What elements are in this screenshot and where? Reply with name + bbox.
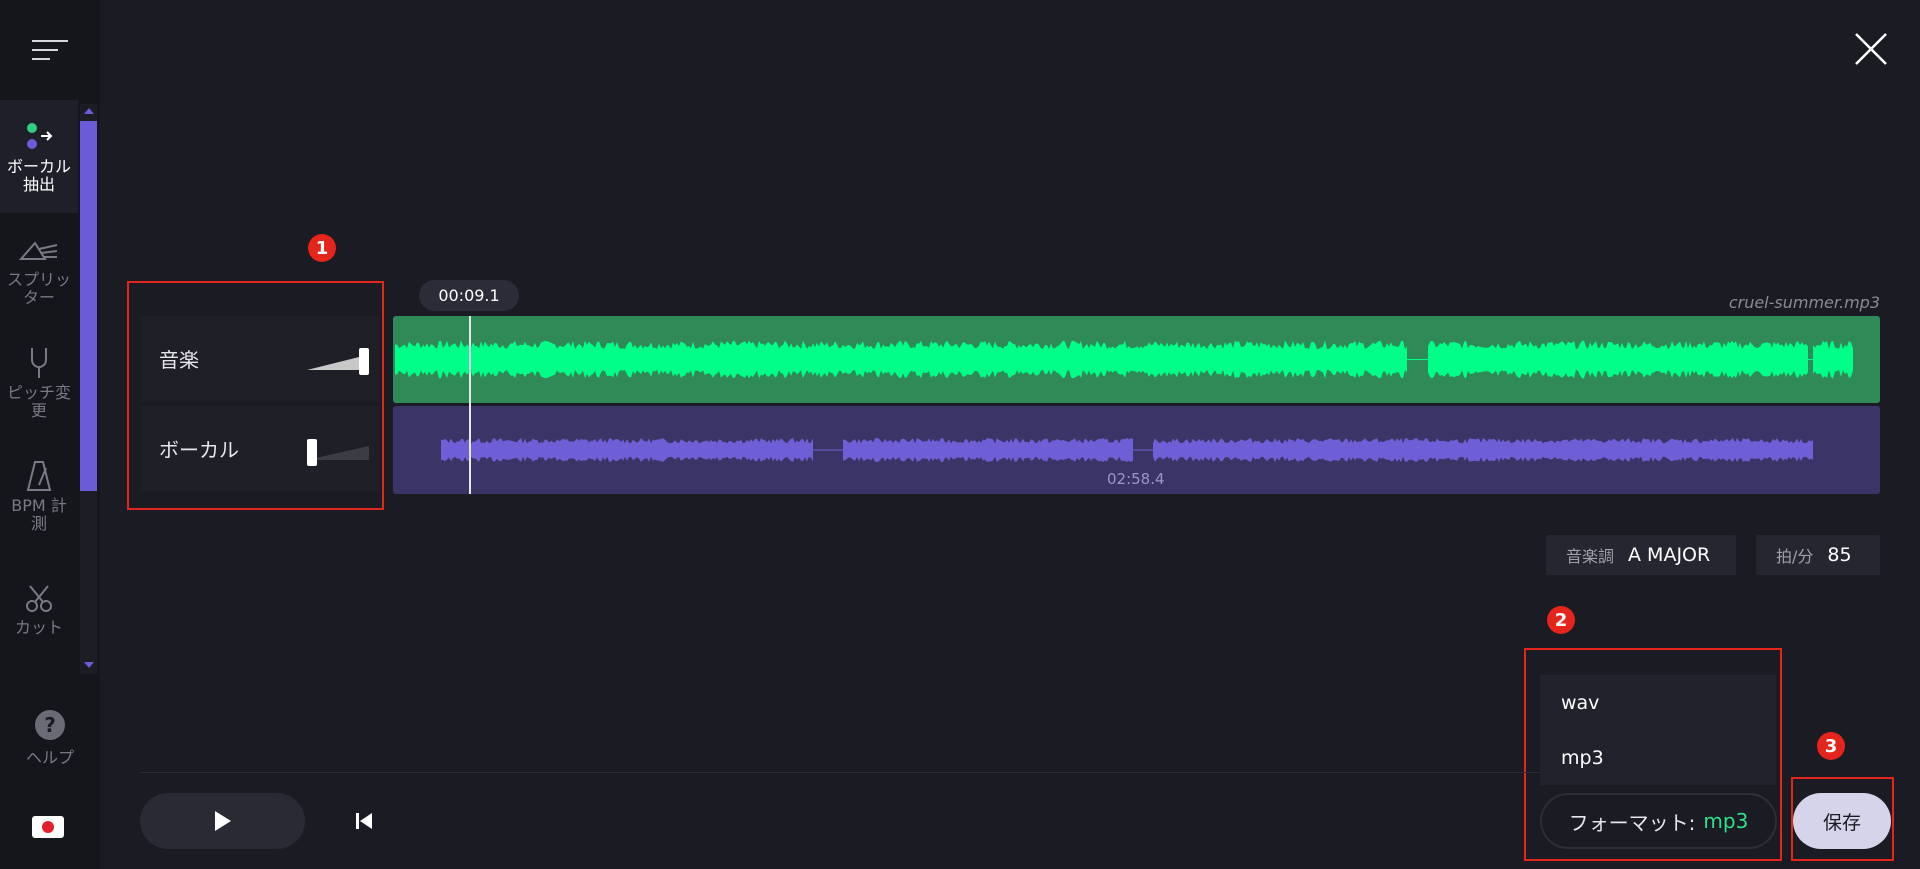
skip-back-icon xyxy=(356,813,372,829)
help-label: ヘルプ xyxy=(25,748,74,767)
format-label: フォーマット: xyxy=(1568,810,1696,835)
sidebar: ボーカル 抽出 スプリッ ター ピッチ変 更 BPM 計 測 カット ? ヘルプ xyxy=(0,0,100,869)
scroll-down-arrow-icon[interactable] xyxy=(84,662,94,668)
nav-item-vocal-extract[interactable]: ボーカル 抽出 xyxy=(0,100,78,213)
rewind-button[interactable] xyxy=(350,806,378,836)
nav-item-pitch[interactable]: ピッチ変 更 xyxy=(0,326,78,439)
track-name-vocal: ボーカル xyxy=(159,438,239,462)
music-waveform-svg xyxy=(395,340,1853,379)
format-option-mp3[interactable]: mp3 xyxy=(1540,730,1776,785)
scissors-icon xyxy=(24,581,54,615)
scroll-thumb[interactable] xyxy=(80,121,97,491)
nav-item-splitter[interactable]: スプリッ ター xyxy=(0,213,78,326)
current-time-badge: 00:09.1 xyxy=(419,280,519,311)
mixer-row-vocal: ボーカル xyxy=(141,406,379,491)
volume-handle[interactable] xyxy=(307,439,317,466)
tool-nav: ボーカル 抽出 スプリッ ター ピッチ変 更 BPM 計 測 カット xyxy=(0,100,78,675)
bpm-label: 拍/分 xyxy=(1776,547,1814,566)
sidebar-scrollbar[interactable] xyxy=(80,104,97,674)
save-button[interactable]: 保存 xyxy=(1793,793,1891,849)
volume-slider-vocal[interactable] xyxy=(307,438,369,466)
close-icon xyxy=(1855,33,1887,65)
help-icon: ? xyxy=(35,710,65,740)
nav-label: ボーカル 抽出 xyxy=(6,156,71,194)
close-button[interactable] xyxy=(1852,30,1890,68)
key-value: A MAJOR xyxy=(1628,544,1711,566)
vocal-extract-icon xyxy=(22,120,56,154)
key-label: 音楽調 xyxy=(1566,547,1615,566)
mixer-row-music: 音楽 xyxy=(141,316,379,401)
nav-label: スプリッ ター xyxy=(6,269,71,307)
key-chip: 音楽調 A MAJOR xyxy=(1546,535,1736,575)
nav-item-partial[interactable] xyxy=(0,665,78,675)
divider xyxy=(141,772,1541,773)
play-icon xyxy=(214,811,231,831)
nav-label: ピッチ変 更 xyxy=(6,382,71,420)
bpm-chip: 拍/分 85 xyxy=(1756,535,1880,575)
help-button[interactable]: ? ヘルプ xyxy=(0,710,100,780)
nav-label: カット xyxy=(14,617,63,637)
scroll-up-arrow-icon[interactable] xyxy=(84,108,94,114)
nav-item-cut[interactable]: カット xyxy=(0,552,78,665)
annotation-marker-3: 3 xyxy=(1817,732,1845,760)
menu-button[interactable] xyxy=(0,0,100,100)
playhead[interactable] xyxy=(469,316,471,494)
format-option-wav[interactable]: wav xyxy=(1540,675,1776,730)
splitter-icon xyxy=(19,233,59,267)
annotation-marker-1: 1 xyxy=(308,234,336,262)
total-duration: 02:58.4 xyxy=(1107,470,1165,488)
metronome-icon xyxy=(26,459,52,493)
format-select-button[interactable]: フォーマット: mp3 xyxy=(1540,793,1777,849)
bpm-value: 85 xyxy=(1827,544,1852,566)
volume-slider-music[interactable] xyxy=(307,348,369,376)
hamburger-icon xyxy=(32,33,68,67)
nav-label: BPM 計 測 xyxy=(11,495,67,533)
language-flag-icon[interactable] xyxy=(32,816,64,838)
format-value: mp3 xyxy=(1703,809,1749,833)
volume-handle[interactable] xyxy=(359,348,369,375)
track-name-music: 音楽 xyxy=(159,348,199,372)
file-name: cruel-summer.mp3 xyxy=(1728,293,1880,312)
format-dropdown-menu: wav mp3 xyxy=(1540,675,1776,785)
tuning-fork-icon xyxy=(27,346,51,380)
music-waveform[interactable] xyxy=(393,316,1880,403)
play-button[interactable] xyxy=(140,793,305,849)
annotation-marker-2: 2 xyxy=(1547,606,1575,634)
nav-item-bpm[interactable]: BPM 計 測 xyxy=(0,439,78,552)
